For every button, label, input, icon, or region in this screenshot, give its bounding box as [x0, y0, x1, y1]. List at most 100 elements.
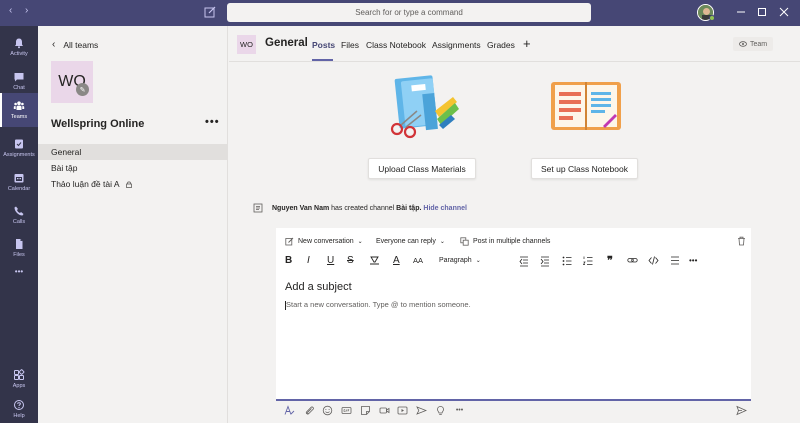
edit-pencil-icon[interactable]: ✎ [76, 83, 89, 96]
horizontal-rule-icon[interactable] [670, 253, 680, 267]
highlight-icon[interactable] [369, 253, 380, 267]
search-placeholder: Search for or type a command [355, 8, 463, 17]
tab-assignments[interactable]: Assignments [432, 40, 481, 50]
font-size-button[interactable]: AA [413, 253, 423, 267]
channel-item-bai-tap[interactable]: Bài tập [38, 160, 227, 176]
all-teams-link[interactable]: ‹ All teams [52, 39, 98, 50]
attach-icon[interactable] [304, 405, 315, 416]
rail-label: Calls [12, 219, 26, 225]
sticker-icon[interactable] [360, 405, 371, 416]
more-options-icon[interactable]: ••• [454, 405, 465, 416]
trash-icon[interactable] [737, 236, 746, 246]
chevron-down-icon: ⌄ [357, 238, 363, 245]
rail-item-activity[interactable]: Activity [0, 30, 38, 64]
rail-item-assignments[interactable]: Assignments [0, 131, 38, 165]
setup-class-notebook-button[interactable]: Set up Class Notebook [531, 158, 638, 179]
presence-available-icon [709, 15, 715, 21]
rail-more-button[interactable]: ••• [0, 256, 38, 286]
tab-grades[interactable]: Grades [487, 40, 515, 50]
upload-class-materials-button[interactable]: Upload Class Materials [368, 158, 476, 179]
rail-item-calls[interactable]: Calls [0, 198, 38, 232]
reply-settings-label: Everyone can reply [376, 237, 436, 245]
decrease-indent-icon[interactable] [519, 253, 529, 267]
team-avatar[interactable]: WO [51, 61, 93, 103]
compose-box[interactable]: New conversation ⌄ Everyone can reply ⌄ … [276, 228, 751, 401]
subject-input[interactable]: Add a subject [285, 281, 352, 293]
numbered-list-icon[interactable] [583, 253, 593, 267]
main-content: WO General Posts Files Class Notebook As… [229, 26, 800, 423]
message-body-input[interactable]: Start a new conversation. Type @ to ment… [285, 300, 471, 310]
more-formatting-button[interactable]: ••• [689, 253, 697, 267]
italic-button[interactable]: I [307, 253, 310, 267]
send-icon[interactable] [736, 405, 747, 416]
format-icon[interactable] [284, 405, 295, 416]
underline-button[interactable]: U [327, 253, 334, 267]
bulleted-list-icon[interactable] [562, 253, 572, 267]
reply-settings-dropdown[interactable]: Everyone can reply ⌄ [376, 238, 445, 245]
channel-label: Bài tập [51, 163, 78, 173]
tab-class-notebook[interactable]: Class Notebook [366, 40, 426, 50]
team-button[interactable]: Team [733, 37, 773, 51]
chevron-left-icon: ‹ [52, 39, 56, 50]
rail-item-teams[interactable]: Teams [0, 93, 38, 127]
compose-icon[interactable] [203, 5, 217, 19]
channel-item-general[interactable]: General [38, 144, 227, 160]
channel-label: General [51, 147, 82, 157]
assignments-icon [15, 139, 23, 149]
team-more-button[interactable]: ••• [205, 116, 220, 128]
chat-icon [14, 73, 24, 82]
emoji-icon[interactable] [322, 405, 333, 416]
strikethrough-button[interactable]: S [347, 253, 354, 267]
chevron-down-icon: ⌄ [475, 257, 481, 264]
search-input[interactable]: Search for or type a command [227, 3, 591, 22]
maximize-icon[interactable] [755, 5, 769, 19]
notebook-button-label: Set up Class Notebook [541, 163, 628, 174]
system-message: Nguyen Van Nam has created channel Bài t… [253, 203, 467, 213]
send-later-icon[interactable] [416, 405, 427, 416]
rail-label: Chat [13, 85, 25, 91]
meet-now-icon[interactable] [379, 405, 390, 416]
team-name: Wellspring Online [51, 118, 145, 130]
channel-item-thao-luan[interactable]: Thảo luận đề tài A [38, 176, 227, 192]
quote-button[interactable]: ❞ [607, 253, 613, 267]
new-conversation-label: New conversation [298, 237, 354, 245]
rail-item-help[interactable]: Help [0, 392, 38, 423]
code-snippet-icon[interactable] [648, 253, 659, 267]
title-bar: ‹ › Search for or type a command [0, 0, 800, 26]
channel-title: General [265, 37, 308, 49]
rail-label: Assignments [3, 152, 35, 158]
increase-indent-icon[interactable] [540, 253, 550, 267]
link-icon[interactable] [627, 253, 638, 267]
help-icon [14, 400, 24, 410]
edit-icon [285, 237, 294, 245]
class-notebook-illustration [551, 82, 621, 130]
close-icon[interactable] [777, 5, 791, 19]
tab-files[interactable]: Files [341, 40, 359, 50]
add-tab-button[interactable]: + [523, 36, 531, 51]
forward-arrow-icon[interactable]: › [25, 5, 28, 16]
rail-item-calendar[interactable]: Calendar [0, 165, 38, 199]
stream-icon[interactable] [397, 405, 408, 416]
new-conversation-dropdown[interactable]: New conversation ⌄ [285, 237, 363, 246]
system-message-user: Nguyen Van Nam [272, 204, 330, 212]
bold-button[interactable]: B [285, 253, 292, 267]
paragraph-dropdown[interactable]: Paragraph ⌄ [439, 253, 481, 267]
channel-label: Thảo luận đề tài A [51, 179, 120, 189]
tab-posts[interactable]: Posts [312, 40, 335, 50]
all-teams-label: All teams [63, 39, 99, 50]
minimize-icon[interactable] [734, 5, 748, 19]
praise-icon[interactable] [435, 405, 446, 416]
compose-actions-bar: ••• [276, 403, 751, 419]
bell-icon [15, 38, 23, 49]
rail-label: Help [13, 413, 25, 419]
system-message-text: has created channel [331, 204, 395, 212]
lock-icon [125, 181, 132, 188]
rail-label: Calendar [7, 186, 31, 192]
rail-item-apps[interactable]: Apps [0, 362, 38, 396]
post-multiple-channels-button[interactable]: Post in multiple channels [460, 236, 550, 246]
hide-channel-link[interactable]: Hide channel [423, 205, 467, 212]
font-color-button[interactable]: A [393, 253, 400, 267]
gif-icon[interactable] [341, 405, 352, 416]
back-arrow-icon[interactable]: ‹ [9, 5, 12, 16]
rail-label: Teams [10, 114, 28, 120]
